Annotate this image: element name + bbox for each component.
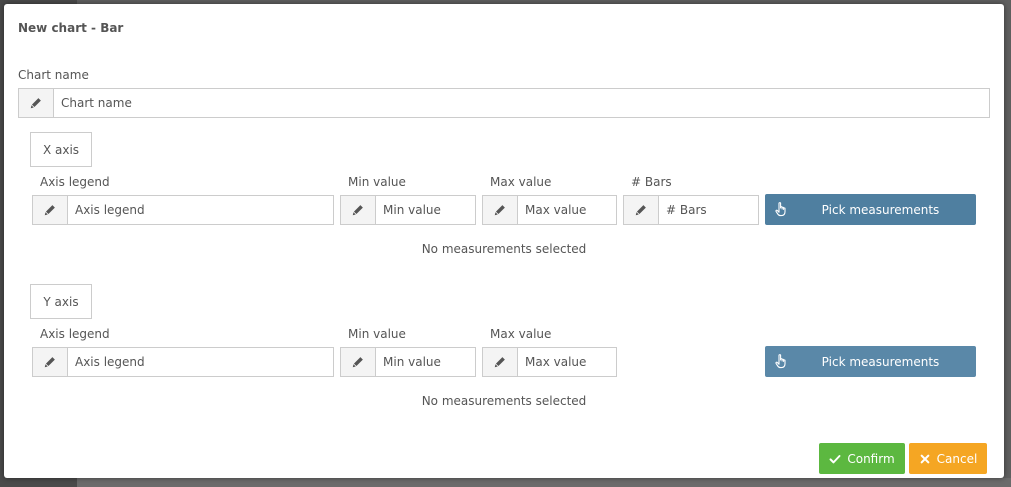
confirm-button[interactable]: Confirm bbox=[819, 443, 905, 474]
check-icon bbox=[829, 454, 841, 463]
y-min-value-input[interactable] bbox=[376, 348, 475, 376]
x-min-value-field bbox=[340, 195, 476, 225]
pencil-icon bbox=[483, 348, 518, 376]
y-axis-tab[interactable]: Y axis bbox=[30, 284, 92, 319]
pencil-icon bbox=[624, 196, 659, 224]
x-axis-legend-label: Axis legend bbox=[40, 175, 110, 189]
cancel-label: Cancel bbox=[936, 451, 978, 466]
pencil-icon bbox=[341, 348, 376, 376]
x-bars-input[interactable] bbox=[659, 196, 758, 224]
y-axis-legend-field bbox=[32, 347, 334, 377]
cancel-button[interactable]: Cancel bbox=[909, 443, 987, 474]
dialog-title: New chart - Bar bbox=[18, 21, 124, 35]
x-axis-legend-input[interactable] bbox=[68, 196, 333, 224]
x-max-value-input[interactable] bbox=[518, 196, 616, 224]
confirm-label: Confirm bbox=[847, 451, 895, 466]
x-axis-tab[interactable]: X axis bbox=[30, 132, 92, 167]
y-max-value-input[interactable] bbox=[518, 348, 616, 376]
y-no-measurements-message: No measurements selected bbox=[421, 394, 587, 408]
x-pick-measurements-button[interactable]: Pick measurements bbox=[765, 194, 976, 225]
y-min-value-field bbox=[340, 347, 476, 377]
x-bars-field bbox=[623, 195, 759, 225]
x-max-value-label: Max value bbox=[490, 175, 552, 189]
times-icon bbox=[920, 454, 930, 463]
x-min-value-input[interactable] bbox=[376, 196, 475, 224]
chart-name-field bbox=[18, 88, 990, 118]
chart-name-label: Chart name bbox=[18, 68, 89, 82]
y-max-value-label: Max value bbox=[490, 327, 552, 341]
page-backdrop-bottom bbox=[77, 478, 1011, 487]
pencil-icon bbox=[341, 196, 376, 224]
pencil-icon bbox=[483, 196, 518, 224]
y-min-value-label: Min value bbox=[348, 327, 406, 341]
x-axis-legend-field bbox=[32, 195, 334, 225]
pencil-icon bbox=[33, 196, 68, 224]
new-chart-dialog: New chart - Bar Chart name X axis Axis l… bbox=[4, 4, 1004, 478]
y-max-value-field bbox=[482, 347, 617, 377]
y-pick-measurements-label: Pick measurements bbox=[821, 354, 940, 369]
x-max-value-field bbox=[482, 195, 617, 225]
x-min-value-label: Min value bbox=[348, 175, 406, 189]
y-axis-legend-input[interactable] bbox=[68, 348, 333, 376]
x-bars-label: # Bars bbox=[631, 175, 672, 189]
x-no-measurements-message: No measurements selected bbox=[421, 242, 587, 256]
y-axis-legend-label: Axis legend bbox=[40, 327, 110, 341]
y-pick-measurements-button[interactable]: Pick measurements bbox=[765, 346, 976, 377]
pencil-icon bbox=[19, 89, 54, 117]
chart-name-input[interactable] bbox=[54, 89, 989, 117]
pencil-icon bbox=[33, 348, 68, 376]
x-pick-measurements-label: Pick measurements bbox=[821, 202, 940, 217]
